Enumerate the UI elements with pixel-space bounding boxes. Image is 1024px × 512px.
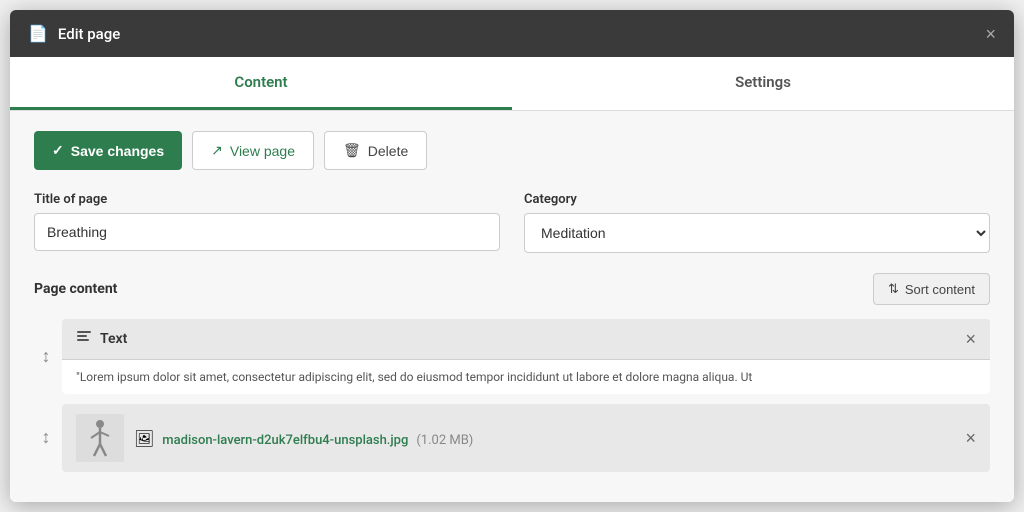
- view-page-button[interactable]: ↗ View page: [192, 131, 314, 170]
- image-block-card: 🖼 madison-lavern-d2uk7elfbu4-unsplash.jp…: [62, 404, 990, 472]
- title-input[interactable]: [34, 213, 500, 251]
- tab-bar: Content Settings: [10, 57, 1014, 111]
- text-content-block: ↕ Text ×: [34, 319, 990, 394]
- image-filesize: (1.02 MB): [416, 433, 473, 448]
- page-content-title: Page content: [34, 281, 117, 297]
- tab-content[interactable]: Content: [10, 57, 512, 110]
- image-content-block: ↕: [34, 404, 990, 472]
- form-row: Title of page Category Meditation Breath…: [34, 192, 990, 253]
- save-label: Save changes: [71, 143, 164, 159]
- category-group: Category Meditation Breathing Yoga Mindf…: [524, 192, 990, 253]
- text-block-label: Text: [100, 331, 127, 347]
- text-block-drag-handle[interactable]: ↕: [34, 319, 62, 394]
- modal-title: Edit page: [58, 25, 120, 43]
- text-block-card: Text × "Lorem ipsum dolor sit amet, cons…: [62, 319, 990, 394]
- trash-icon: 🗑: [343, 142, 361, 159]
- image-icon: 🖼: [134, 429, 154, 448]
- view-label: View page: [230, 143, 295, 159]
- text-block-header: Text ×: [62, 319, 990, 359]
- image-filename: madison-lavern-d2uk7elfbu4-unsplash.jpg: [162, 433, 408, 448]
- image-block-drag-handle[interactable]: ↕: [34, 404, 62, 472]
- external-link-icon: ↗: [211, 142, 223, 159]
- image-block-close-button[interactable]: ×: [965, 429, 976, 447]
- title-group: Title of page: [34, 192, 500, 253]
- save-changes-button[interactable]: ✓ Save changes: [34, 131, 182, 170]
- content-area: ✓ Save changes ↗ View page 🗑 Delete Titl…: [10, 111, 1014, 502]
- category-label: Category: [524, 192, 990, 207]
- modal-header: 📄 Edit page ×: [10, 10, 1014, 57]
- edit-page-modal: 📄 Edit page × Content Settings ✓ Save ch…: [10, 10, 1014, 502]
- image-thumbnail: [76, 414, 124, 462]
- text-icon: [76, 329, 92, 349]
- drag-arrows-icon: ↕: [42, 429, 51, 447]
- checkmark-icon: ✓: [52, 142, 64, 159]
- modal-title-group: 📄 Edit page: [28, 24, 120, 43]
- text-block-close-button[interactable]: ×: [965, 330, 976, 348]
- title-label: Title of page: [34, 192, 500, 207]
- delete-button[interactable]: 🗑 Delete: [324, 131, 427, 170]
- category-select[interactable]: Meditation Breathing Yoga Mindfulness: [524, 213, 990, 253]
- image-block-header: 🖼 madison-lavern-d2uk7elfbu4-unsplash.jp…: [62, 404, 990, 472]
- toolbar: ✓ Save changes ↗ View page 🗑 Delete: [34, 131, 990, 170]
- modal-close-button[interactable]: ×: [985, 25, 996, 43]
- delete-label: Delete: [368, 143, 408, 159]
- tab-settings[interactable]: Settings: [512, 57, 1014, 110]
- sort-content-button[interactable]: ⇅ Sort content: [873, 273, 990, 305]
- sort-icon: ⇅: [888, 281, 899, 297]
- drag-arrows-icon: ↕: [42, 348, 51, 366]
- sort-label: Sort content: [905, 282, 975, 297]
- page-icon: 📄: [28, 24, 48, 43]
- text-block-preview: "Lorem ipsum dolor sit amet, consectetur…: [62, 359, 990, 394]
- page-content-header: Page content ⇅ Sort content: [34, 273, 990, 305]
- image-block-header-left: 🖼 madison-lavern-d2uk7elfbu4-unsplash.jp…: [76, 414, 473, 462]
- image-block-info: 🖼 madison-lavern-d2uk7elfbu4-unsplash.jp…: [134, 429, 473, 448]
- text-block-title-group: Text: [76, 329, 127, 349]
